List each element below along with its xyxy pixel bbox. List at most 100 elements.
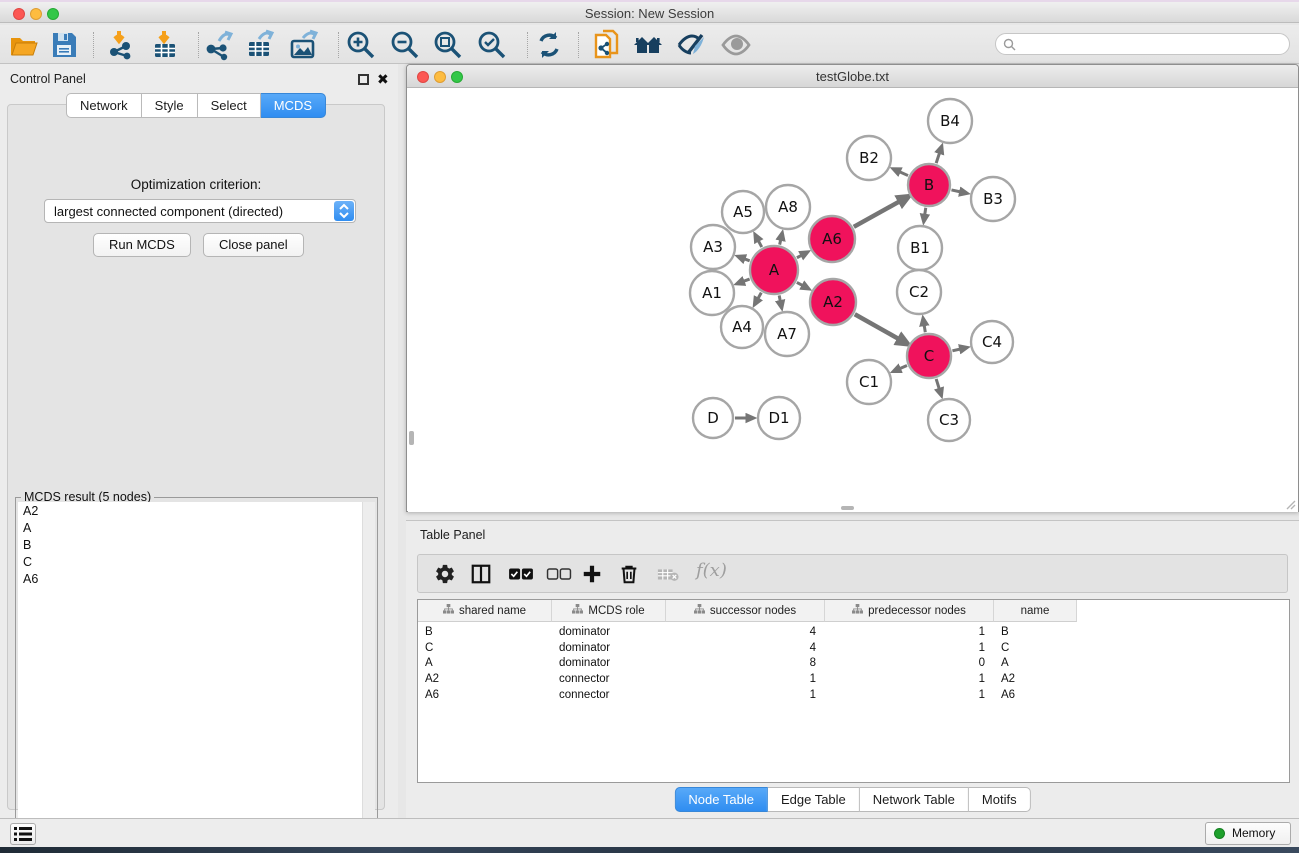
table-cell[interactable]: A xyxy=(994,656,1077,672)
add-column-icon[interactable] xyxy=(581,563,605,587)
tab-select[interactable]: Select xyxy=(198,93,261,118)
graph-edge-B-B3[interactable] xyxy=(951,190,962,192)
search-field[interactable] xyxy=(995,33,1290,55)
column-header-shared-name[interactable]: shared name xyxy=(418,600,552,622)
table-cell[interactable]: 1 xyxy=(825,688,994,704)
network-graph[interactable]: AA1A3A5A8A4A7A6A2BB2B4B3B1CC2C4C1C3DD1 xyxy=(408,89,1298,512)
open-session-icon[interactable] xyxy=(8,29,40,61)
table-cell[interactable]: B xyxy=(994,625,1077,641)
graphics-details-icon[interactable] xyxy=(676,29,708,61)
task-history-button[interactable] xyxy=(10,823,36,845)
v-scroll-thumb[interactable] xyxy=(409,431,414,445)
h-scroll-thumb[interactable] xyxy=(841,506,854,510)
export-table-icon[interactable] xyxy=(245,29,277,61)
table-cell[interactable]: 1 xyxy=(825,672,994,688)
home-icon[interactable] xyxy=(632,29,664,61)
graph-edge-A-A4[interactable] xyxy=(757,293,762,301)
graph-edge-C-C1[interactable] xyxy=(897,366,907,370)
tab-motifs[interactable]: Motifs xyxy=(969,787,1031,812)
table-cell[interactable]: A xyxy=(418,656,552,672)
split-columns-icon[interactable] xyxy=(470,563,494,587)
graph-edge-A-A6[interactable] xyxy=(797,254,804,258)
network-canvas[interactable]: AA1A3A5A8A4A7A6A2BB2B4B3B1CC2C4C1C3DD1 xyxy=(408,89,1298,512)
close-panel-icon[interactable]: ✖ xyxy=(377,74,389,85)
node-table[interactable]: shared nameMCDS rolesuccessor nodesprede… xyxy=(417,599,1290,783)
table-cell[interactable]: dominator xyxy=(552,641,666,657)
mcds-result-item[interactable]: A2 xyxy=(18,502,364,519)
memory-button[interactable]: Memory xyxy=(1205,822,1291,845)
tab-network-table[interactable]: Network Table xyxy=(860,787,969,812)
network-window-titlebar[interactable]: testGlobe.txt xyxy=(407,65,1298,88)
zoom-fit-icon[interactable] xyxy=(432,29,464,61)
tab-mcds[interactable]: MCDS xyxy=(261,93,326,118)
mcds-scrollbar[interactable] xyxy=(362,502,375,838)
select-all-checkboxes-icon[interactable] xyxy=(508,563,532,587)
table-cell[interactable]: A6 xyxy=(994,688,1077,704)
table-cell[interactable]: A2 xyxy=(418,672,552,688)
table-cell[interactable]: C xyxy=(994,641,1077,657)
mcds-result-item[interactable]: B xyxy=(18,536,364,553)
column-header-MCDS-role[interactable]: MCDS role xyxy=(552,600,666,622)
zoom-out-icon[interactable] xyxy=(389,29,421,61)
table-cell[interactable]: 1 xyxy=(666,688,825,704)
tab-style[interactable]: Style xyxy=(142,93,198,118)
zoom-in-icon[interactable] xyxy=(345,29,377,61)
table-cell[interactable]: 8 xyxy=(666,656,825,672)
delete-column-trash-icon[interactable] xyxy=(618,563,642,587)
graph-edge-A-A7[interactable] xyxy=(779,295,781,303)
table-cell[interactable]: 4 xyxy=(666,625,825,641)
function-builder-icon[interactable]: f(x) xyxy=(696,560,727,581)
table-cell[interactable]: C xyxy=(418,641,552,657)
column-header-name[interactable]: name xyxy=(994,600,1077,622)
import-network-icon[interactable] xyxy=(105,29,137,61)
graph-edge-A-A2[interactable] xyxy=(797,282,805,286)
table-cell[interactable]: dominator xyxy=(552,625,666,641)
refresh-layout-icon[interactable] xyxy=(533,29,565,61)
criterion-select[interactable]: largest connected component (directed) xyxy=(44,199,356,223)
deselect-all-checkboxes-icon[interactable] xyxy=(546,563,570,587)
tab-network[interactable]: Network xyxy=(66,93,142,118)
graph-edge-A-A5[interactable] xyxy=(757,238,762,247)
resize-grip-icon[interactable] xyxy=(1284,498,1296,510)
search-input[interactable] xyxy=(1020,35,1280,53)
column-header-predecessor-nodes[interactable]: predecessor nodes xyxy=(825,600,994,622)
table-cell[interactable]: 0 xyxy=(825,656,994,672)
graph-edge-A-A1[interactable] xyxy=(741,279,750,282)
close-panel-button[interactable]: Close panel xyxy=(203,233,304,257)
tab-edge-table[interactable]: Edge Table xyxy=(768,787,860,812)
table-cell[interactable]: connector xyxy=(552,688,666,704)
mcds-result-item[interactable]: C xyxy=(18,553,364,570)
mcds-result-item[interactable]: A xyxy=(18,519,364,536)
table-cell[interactable]: A6 xyxy=(418,688,552,704)
graph-edge-A-A3[interactable] xyxy=(742,258,750,261)
float-panel-icon[interactable] xyxy=(358,74,369,85)
export-image-icon[interactable] xyxy=(288,29,320,61)
save-session-icon[interactable] xyxy=(48,29,80,61)
delete-table-icon[interactable] xyxy=(656,563,680,587)
show-hide-icon[interactable] xyxy=(720,29,752,61)
run-mcds-button[interactable]: Run MCDS xyxy=(93,233,191,257)
column-header-successor-nodes[interactable]: successor nodes xyxy=(666,600,825,622)
zoom-selected-icon[interactable] xyxy=(476,29,508,61)
graph-edge-B-B4[interactable] xyxy=(936,150,940,163)
table-cell[interactable]: A2 xyxy=(994,672,1077,688)
mcds-result-item[interactable]: A6 xyxy=(18,570,364,587)
graph-edge-C-C4[interactable] xyxy=(952,349,962,351)
table-cell[interactable]: 1 xyxy=(825,625,994,641)
table-cell[interactable]: B xyxy=(418,625,552,641)
graph-edge-C-C3[interactable] xyxy=(936,379,940,391)
graph-edge-B-B2[interactable] xyxy=(897,171,908,176)
table-cell[interactable]: 1 xyxy=(666,672,825,688)
import-table-icon[interactable] xyxy=(150,29,182,61)
mcds-result-list[interactable]: A2ABCA6 xyxy=(18,502,364,838)
table-cell[interactable]: 4 xyxy=(666,641,825,657)
table-cell[interactable]: 1 xyxy=(825,641,994,657)
graph-edge-B-B1[interactable] xyxy=(924,208,925,218)
table-settings-gear-icon[interactable] xyxy=(434,563,458,587)
graph-edge-A2-C[interactable] xyxy=(855,314,902,341)
table-cell[interactable]: dominator xyxy=(552,656,666,672)
table-cell[interactable]: connector xyxy=(552,672,666,688)
graph-edge-C-C2[interactable] xyxy=(924,323,926,333)
tab-node-table[interactable]: Node Table xyxy=(674,787,768,812)
graph-edge-A6-B[interactable] xyxy=(854,200,903,227)
